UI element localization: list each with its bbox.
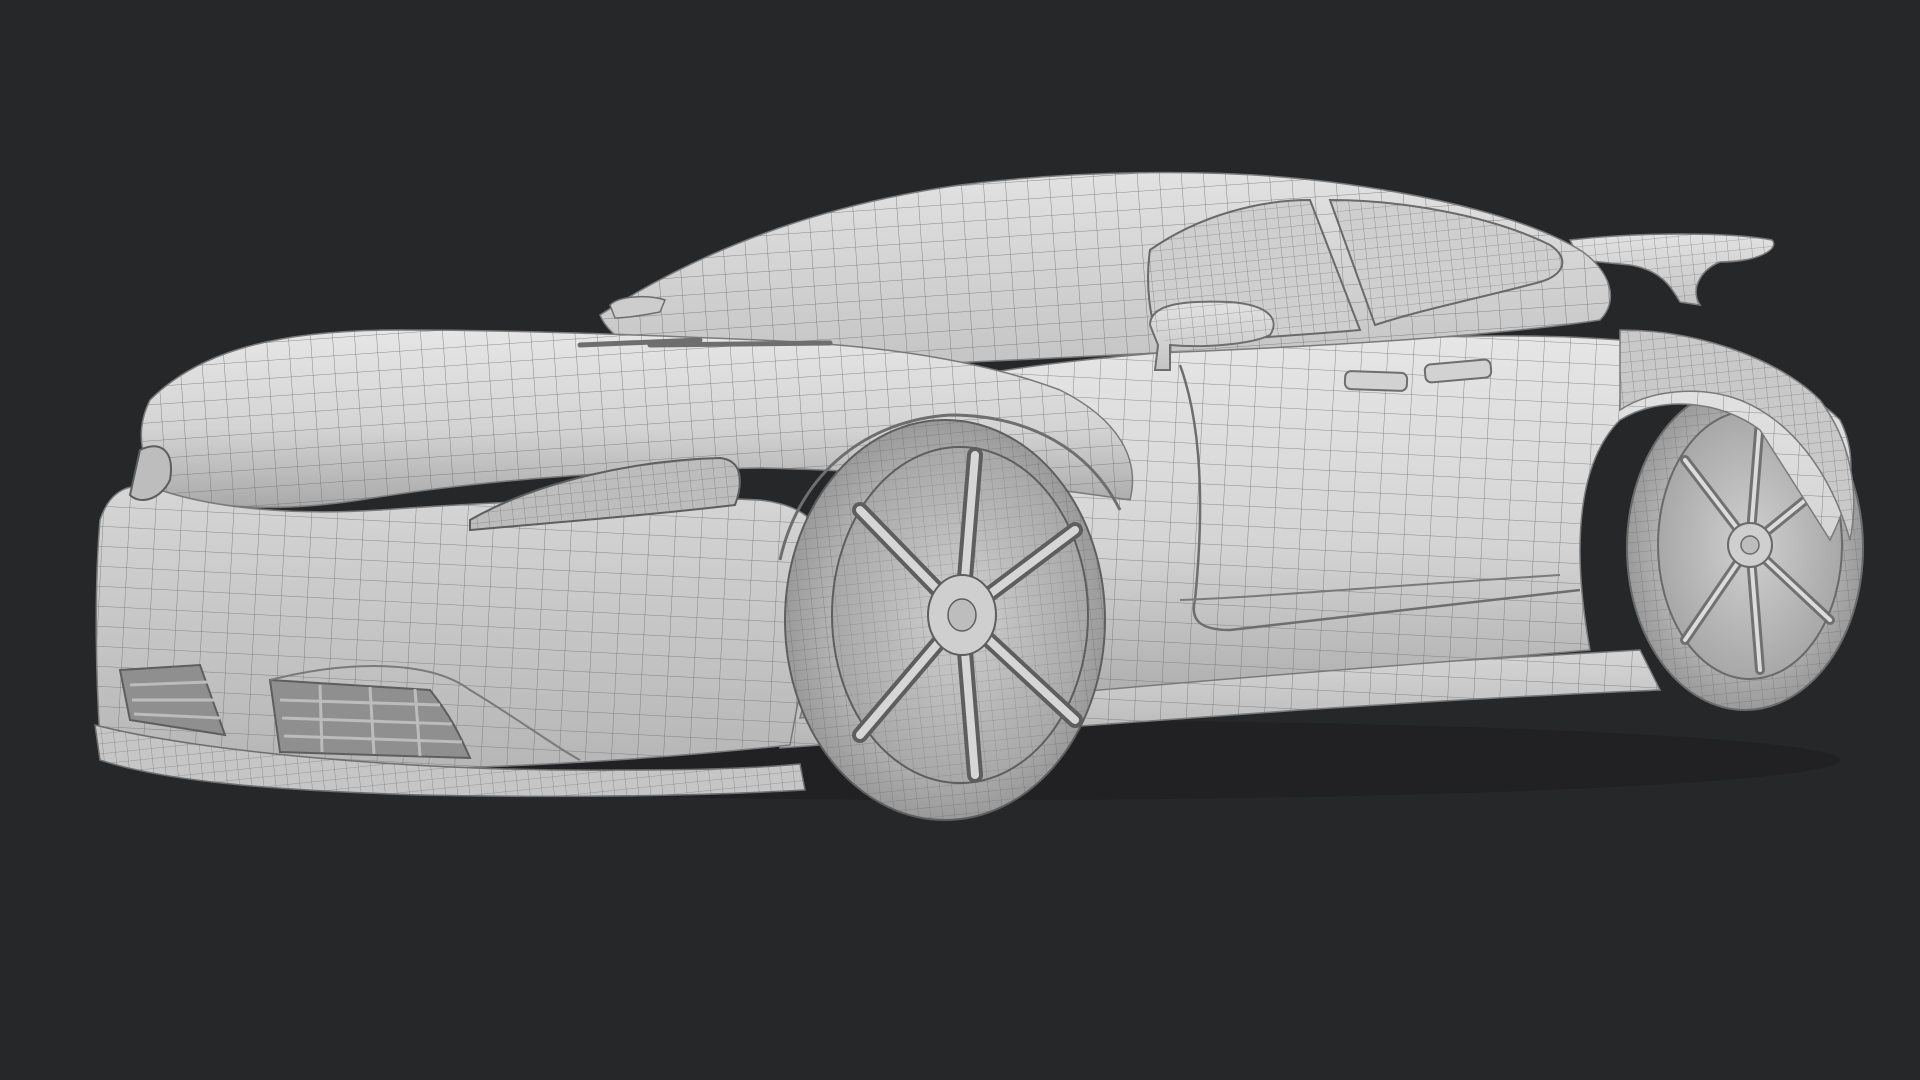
car-wireframe-render xyxy=(94,171,1864,821)
door-handle-front xyxy=(1343,370,1409,392)
wiper-right xyxy=(647,340,833,348)
viewport xyxy=(0,0,1920,1080)
front-wheel xyxy=(784,419,1106,821)
front-fascia xyxy=(94,485,821,798)
